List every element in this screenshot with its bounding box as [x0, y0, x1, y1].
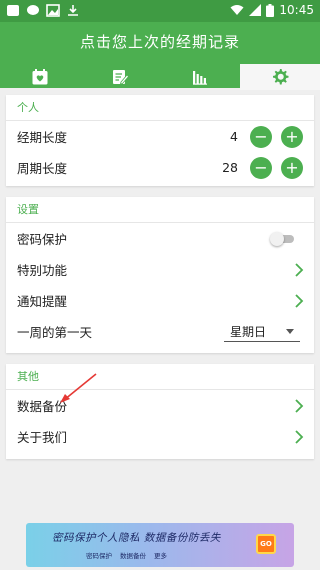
tab-notes[interactable]: [80, 64, 160, 90]
calendar-icon: [32, 69, 48, 85]
chevron-right-icon: [295, 429, 304, 444]
week-start-row: 一周的第一天 星期日: [6, 316, 314, 347]
cycle-length-row: 周期长度 28 − +: [6, 152, 314, 183]
signal-icon: [249, 4, 262, 16]
chevron-right-icon: [295, 293, 304, 308]
special-features-row[interactable]: 特别功能: [6, 254, 314, 285]
notification-reminder-label: 通知提醒: [17, 294, 68, 309]
week-start-value: 星期日: [230, 324, 267, 339]
cycle-length-increase-button[interactable]: +: [281, 156, 303, 179]
dropdown-caret-icon: [286, 328, 294, 334]
app-header: 点击您上次的经期记录: [0, 22, 320, 90]
password-protection-row[interactable]: 密码保护: [6, 223, 314, 254]
banner-go-button[interactable]: GO: [256, 534, 276, 554]
period-length-row: 经期长度 4 − +: [6, 121, 314, 152]
download-icon: [68, 5, 78, 16]
chat-icon: [27, 5, 39, 15]
about-us-label: 关于我们: [17, 430, 68, 445]
status-time: 10:45: [279, 3, 314, 17]
personal-card: 个人 经期长度 4 − + 周期长度 28 − +: [6, 95, 314, 186]
period-length-decrease-button[interactable]: −: [250, 125, 272, 148]
annotation-arrow-icon: [60, 373, 97, 403]
tab-statistics[interactable]: [160, 64, 240, 90]
settings-card: 设置 密码保护 特别功能 通知提醒 一周的第一天 星期日: [6, 197, 314, 353]
tab-calendar[interactable]: [0, 64, 80, 90]
chevron-right-icon: [295, 262, 304, 277]
tab-bar: [0, 64, 320, 90]
special-features-label: 特别功能: [17, 263, 68, 278]
banner-tag: 数据备份: [120, 552, 146, 560]
week-start-select[interactable]: 星期日: [224, 322, 300, 342]
password-protection-toggle[interactable]: [270, 231, 294, 246]
section-title-other: 其他: [6, 364, 314, 390]
wifi-icon: [230, 5, 244, 15]
toggle-thumb: [270, 231, 284, 246]
period-length-increase-button[interactable]: +: [281, 125, 303, 148]
status-bar: 10:45: [0, 0, 320, 22]
section-title-personal: 个人: [6, 95, 314, 121]
other-card: 其他 数据备份 关于我们: [6, 364, 314, 459]
page-title: 点击您上次的经期记录: [79, 33, 240, 51]
about-us-row[interactable]: 关于我们: [6, 421, 314, 452]
data-backup-row[interactable]: 数据备份: [6, 390, 314, 421]
tab-settings[interactable]: [240, 64, 320, 90]
gear-icon: [273, 69, 289, 85]
promo-banner[interactable]: 密码保护个人隐私 数据备份防丢失 密码保护 数据备份 更多 GO: [26, 523, 294, 567]
section-title-settings: 设置: [6, 197, 314, 223]
banner-tag: 密码保护: [86, 552, 112, 560]
bar-chart-icon: [193, 71, 207, 85]
notification-icon: [7, 5, 19, 16]
cycle-length-decrease-button[interactable]: −: [250, 156, 272, 179]
chevron-right-icon: [295, 398, 304, 413]
notification-reminder-row[interactable]: 通知提醒: [6, 285, 314, 316]
banner-tags: 密码保护 数据备份 更多: [86, 550, 167, 560]
battery-icon: [266, 3, 275, 17]
banner-tag: 更多: [154, 552, 167, 560]
gallery-icon: [46, 4, 60, 17]
cycle-length-value: 28: [222, 160, 238, 175]
note-edit-icon: [113, 70, 129, 85]
banner-headline: 密码保护个人隐私 数据备份防丢失: [52, 532, 221, 544]
period-length-value: 4: [230, 129, 238, 144]
